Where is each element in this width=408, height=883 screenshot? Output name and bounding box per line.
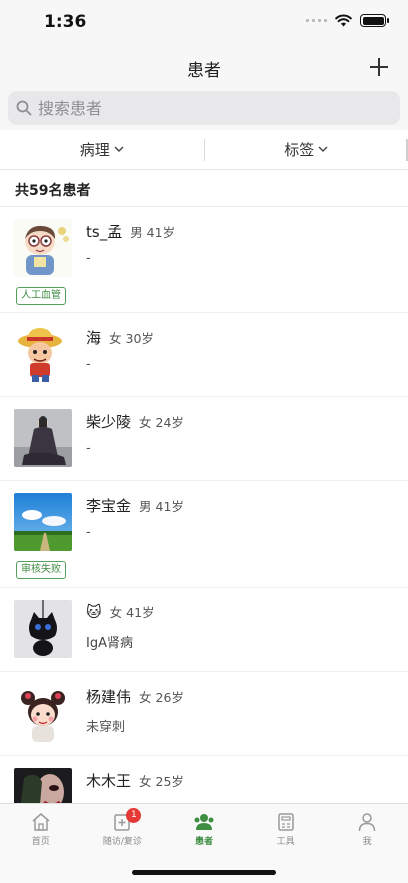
tab-patients[interactable]: 患者 [163,804,245,852]
patient-name: ts_孟 [86,223,123,241]
filter-tags[interactable]: 标签 [205,130,408,169]
search-bar [0,88,408,130]
search-input[interactable] [38,98,378,118]
tab-home[interactable]: 首页 [0,804,82,852]
tab-tools-label: 工具 [276,837,295,847]
patient-diagnosis: - [86,441,91,456]
patient-tag: 审核失败 [16,561,66,579]
patient-row[interactable]: 杨建伟女 26岁 未穿刺 [0,672,408,756]
patient-row[interactable]: 李宝金男 41岁 - 审核失败 [0,481,408,588]
patient-count-bar: 共59名患者 [0,171,408,207]
patient-gender-age: 女 25岁 [139,774,184,789]
dark-photo-avatar [14,768,72,803]
patient-diagnosis: 未穿刺 [86,720,126,735]
filter-pathology-label: 病理 [79,141,110,159]
plus-icon [370,58,388,76]
patient-diagnosis: - [86,251,91,266]
tab-bar: 首页 1 随访/复诊 患者 工具 我 [0,803,408,883]
patient-name-line: 柴少陵女 24岁 [86,411,184,432]
patient-gender-age: 男 41岁 [130,225,176,240]
black-cat-charm-avatar [14,600,72,658]
status-indicators [306,14,389,27]
patient-name: 柴少陵 [86,413,132,431]
patient-name: 木木王 [86,772,132,790]
patient-name: 李宝金 [86,497,132,515]
battery-icon [360,14,389,27]
patient-gender-age: 女 26岁 [139,690,184,705]
tab-tools[interactable]: 工具 [245,804,327,852]
patient-diagnosis: IgA肾病 [86,636,133,651]
tab-profile-label: 我 [362,837,372,847]
search-box[interactable] [8,91,400,125]
profile-icon [358,813,376,832]
patient-name-line: 李宝金男 41岁 [86,495,184,516]
straw-hat-cartoon-avatar [14,325,72,383]
status-bar: 1:36 [0,0,408,46]
chevron-down-icon [114,146,124,152]
patients-icon [194,814,214,830]
patient-gender-age: 男 41岁 [139,499,184,514]
wifi-icon [335,14,352,27]
patient-diagnosis: - [86,357,91,372]
chevron-down-icon [318,146,328,152]
patient-name-line: 🐱 女 41岁 [86,602,155,621]
filter-pathology[interactable]: 病理 [0,130,204,169]
followup-badge: 1 [126,808,142,823]
patient-row[interactable]: 柴少陵女 24岁 - [0,397,408,481]
search-icon [16,100,32,116]
patient-name: 🐱 [86,603,102,621]
patient-name-line: 杨建伟女 26岁 [86,686,184,707]
page-title: 患者 [187,61,221,81]
tab-followup[interactable]: 1 随访/复诊 [82,804,164,852]
patient-name: 杨建伟 [86,688,132,706]
home-icon [32,813,50,831]
cellular-signal-icon [306,19,327,22]
tab-home-label: 首页 [31,837,50,847]
photo-person-avatar [14,409,72,467]
patient-row[interactable]: 🐱 女 41岁 IgA肾病 [0,588,408,672]
patient-row[interactable]: ts_孟男 41岁 - 人工血管 [0,207,408,313]
patient-gender-age: 女 41岁 [109,605,155,620]
tab-followup-label: 随访/复诊 [102,837,142,847]
cartoon-girl-avatar [14,684,72,742]
patient-gender-age: 女 30岁 [109,331,154,346]
patient-name-line: 木木王女 25岁 [86,770,184,791]
landscape-avatar [14,493,72,551]
patient-name-line: 海女 30岁 [86,327,154,348]
patient-row[interactable]: 木木王女 25岁 [0,756,408,803]
tab-patients-label: 患者 [194,837,213,847]
tools-icon [277,813,294,831]
patient-tag: 人工血管 [16,287,66,305]
patient-name: 海 [86,329,102,347]
patient-row[interactable]: 海女 30岁 - [0,313,408,397]
filter-tags-label: 标签 [284,141,315,159]
patient-diagnosis: - [86,525,91,540]
patient-name-line: ts_孟男 41岁 [86,221,175,242]
cartoon-boy-avatar [14,219,72,277]
patient-count: 共59名患者 [15,183,91,199]
status-time: 1:36 [44,12,87,32]
patient-gender-age: 女 24岁 [139,415,184,430]
nav-bar: 患者 [0,46,408,88]
filter-bar: 病理 标签 [0,130,408,170]
patient-list: ts_孟男 41岁 - 人工血管 海女 30岁 - 柴少陵 女 24岁 - 李宝… [0,207,408,803]
add-patient-button[interactable] [364,52,394,82]
tab-profile[interactable]: 我 [326,804,408,852]
home-indicator [132,870,276,875]
